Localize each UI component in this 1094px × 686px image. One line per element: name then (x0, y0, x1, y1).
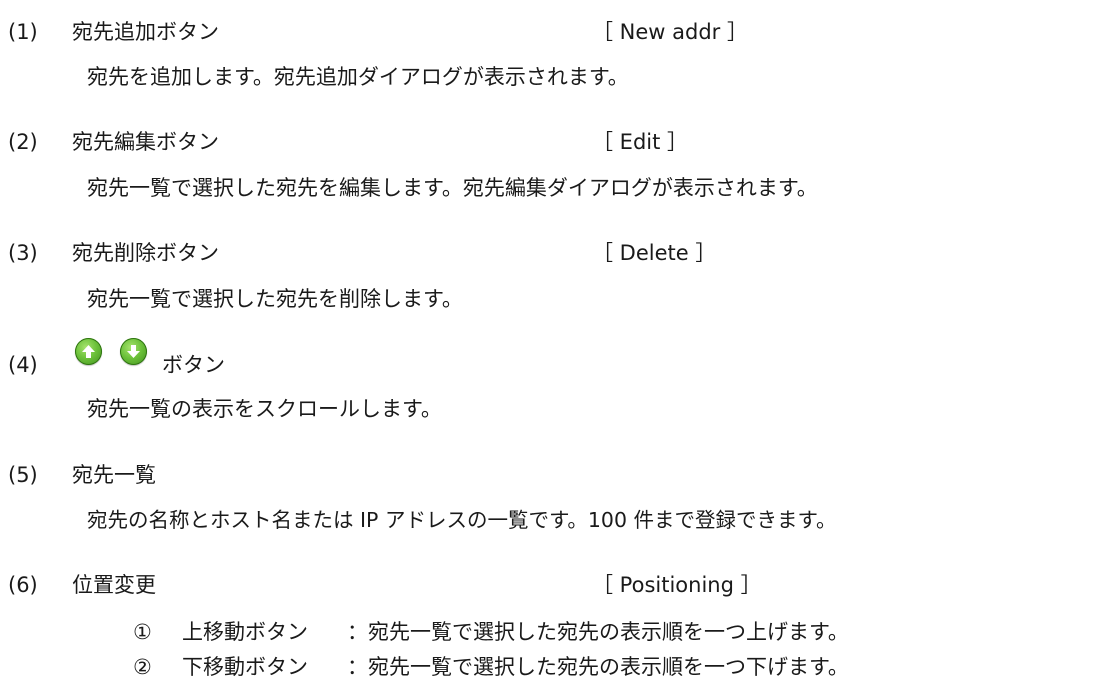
item-3-title: 宛先削除ボタン (72, 241, 219, 265)
item-5-description: 宛先の名称とホスト名または IP アドレスの一覧です。100 件まで登録できます… (87, 508, 837, 532)
item-6-button-tag: ［ Positioning ］ (592, 573, 762, 597)
item-2-title: 宛先編集ボタン (72, 130, 219, 154)
subitem-1-colon: ： (347, 620, 368, 644)
subitem-2-text: 宛先一覧で選択した宛先の表示順を一つ下げます。 (368, 655, 849, 679)
subitem-2-colon: ： (347, 655, 368, 679)
item-3-button-tag: ［ Delete ］ (592, 241, 717, 265)
item-5-number: (5) (8, 463, 38, 487)
item-1-number: (1) (8, 20, 38, 44)
item-4-number: (4) (8, 353, 38, 377)
down-arrow-circle-icon (120, 338, 147, 365)
item-4-description: 宛先一覧の表示をスクロールします。 (87, 397, 442, 421)
item-3-description: 宛先一覧で選択した宛先を削除します。 (87, 287, 463, 311)
item-2-number: (2) (8, 130, 38, 154)
item-1-description: 宛先を追加します。宛先追加ダイアログが表示されます。 (87, 65, 629, 89)
item-2-description: 宛先一覧で選択した宛先を編集します。宛先編集ダイアログが表示されます。 (87, 176, 818, 200)
item-6-number: (6) (8, 573, 38, 597)
subitem-2-mark: ② (133, 655, 152, 679)
item-2-button-tag: ［ Edit ］ (592, 130, 689, 154)
subitem-1-mark: ① (133, 620, 152, 644)
subitem-2-label: 下移動ボタン (182, 655, 308, 679)
item-4-title: ボタン (162, 353, 225, 377)
subitem-1-text: 宛先一覧で選択した宛先の表示順を一つ上げます。 (368, 620, 849, 644)
item-1-button-tag: ［ New addr ］ (592, 20, 748, 44)
item-5-title: 宛先一覧 (72, 463, 156, 487)
subitem-1-label: 上移動ボタン (182, 620, 308, 644)
item-3-number: (3) (8, 241, 38, 265)
up-arrow-circle-icon (75, 338, 102, 365)
item-1-title: 宛先追加ボタン (72, 20, 219, 44)
item-6-title: 位置変更 (72, 573, 156, 597)
